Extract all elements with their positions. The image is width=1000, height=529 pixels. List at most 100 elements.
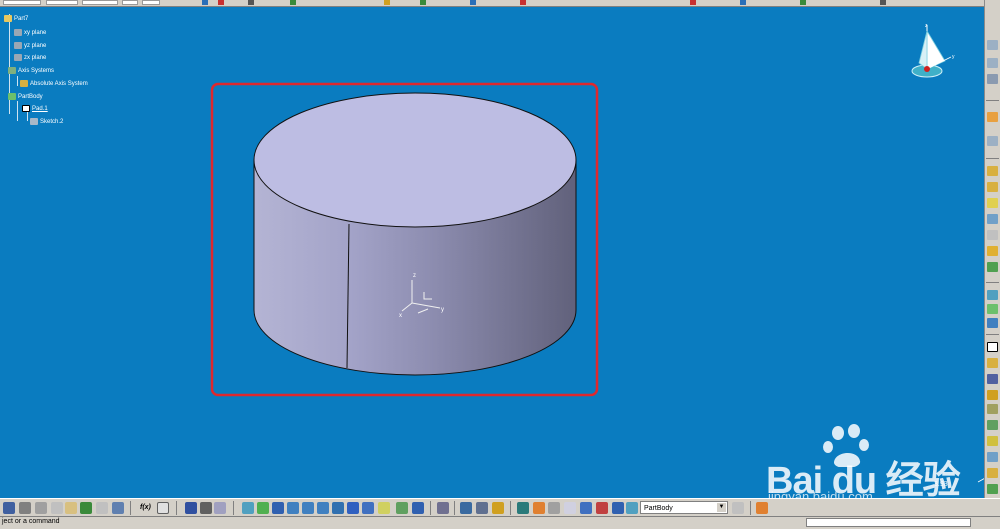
normal-view-icon[interactable]: [332, 502, 344, 514]
tree-item-axis-systems[interactable]: Axis Systems: [8, 67, 54, 75]
tool-icon[interactable]: [987, 436, 998, 446]
tool-icon[interactable]: [476, 502, 488, 514]
top-combo-2[interactable]: [46, 0, 78, 5]
tree-item-absolute-axis-system[interactable]: Absolute Axis System: [20, 80, 88, 88]
fly-mode-icon[interactable]: [242, 502, 254, 514]
tree-item-sketch[interactable]: Sketch.2: [30, 118, 63, 126]
tool-icon[interactable]: [612, 502, 624, 514]
tool-icon[interactable]: [460, 502, 472, 514]
top-tool-icon[interactable]: [384, 0, 390, 5]
top-tool-icon[interactable]: [740, 0, 746, 5]
top-tool-icon[interactable]: [290, 0, 296, 5]
tool-icon[interactable]: [596, 502, 608, 514]
save-icon[interactable]: [3, 502, 15, 514]
formula-icon[interactable]: f(x): [140, 502, 154, 514]
groove-tool-icon[interactable]: [987, 214, 998, 224]
hole-tool-icon[interactable]: [987, 230, 998, 240]
table-icon[interactable]: [185, 502, 197, 514]
top-tool-icon[interactable]: [520, 0, 526, 5]
tool-icon[interactable]: [987, 58, 998, 68]
top-combo-4[interactable]: [122, 0, 138, 5]
slot-tool-icon[interactable]: [987, 262, 998, 272]
zoom-in-icon[interactable]: [302, 502, 314, 514]
top-tool-icon[interactable]: [202, 0, 208, 5]
hide-show-icon[interactable]: [396, 502, 408, 514]
tree-item-yz-plane[interactable]: yz plane: [14, 42, 46, 50]
3d-viewport[interactable]: z x y z y 3.93 Bai du 经验 jingyan.baidu.c…: [0, 5, 985, 498]
tree-item-xy-plane[interactable]: xy plane: [14, 29, 46, 37]
tool-icon[interactable]: [756, 502, 768, 514]
sketch-tool-icon[interactable]: [987, 342, 998, 352]
print-icon[interactable]: [19, 502, 31, 514]
paste-icon[interactable]: [65, 502, 77, 514]
tree-item-partbody[interactable]: PartBody: [8, 93, 43, 101]
tool-icon[interactable]: [987, 468, 998, 478]
tool-icon[interactable]: [732, 502, 744, 514]
top-combo-5[interactable]: [142, 0, 160, 5]
tree-item-pad[interactable]: Pad.1: [22, 105, 48, 113]
top-combo-3[interactable]: [82, 0, 118, 5]
undo-icon[interactable]: [80, 502, 92, 514]
tool-icon[interactable]: [987, 452, 998, 462]
chamfer-tool-icon[interactable]: [987, 318, 998, 328]
tool-icon[interactable]: [987, 374, 998, 384]
tool-icon[interactable]: [987, 404, 998, 414]
whats-this-icon[interactable]: [112, 502, 124, 514]
pad-icon: [22, 105, 30, 112]
select-arrow-icon[interactable]: [987, 112, 998, 122]
tool-icon[interactable]: [987, 40, 998, 50]
tree-root-part[interactable]: Part7: [4, 15, 28, 23]
tool-icon[interactable]: [492, 502, 504, 514]
partbody-select[interactable]: PartBody ▼: [640, 501, 728, 514]
top-tool-icon[interactable]: [218, 0, 224, 5]
cylinder-top-face[interactable]: [253, 92, 577, 228]
compass-widget[interactable]: z y: [905, 21, 965, 83]
tool-icon[interactable]: [987, 136, 998, 146]
pad-tool-icon[interactable]: [987, 166, 998, 176]
tool-icon[interactable]: [564, 502, 576, 514]
command-input[interactable]: [806, 518, 971, 527]
catalog-icon[interactable]: [200, 502, 212, 514]
tool-icon[interactable]: [580, 502, 592, 514]
zoom-out-icon[interactable]: [317, 502, 329, 514]
shaft-tool-icon[interactable]: [987, 198, 998, 208]
tool-icon[interactable]: [987, 358, 998, 368]
multi-view-icon[interactable]: [347, 502, 359, 514]
tool-icon[interactable]: [987, 420, 998, 430]
shading-icon[interactable]: [378, 502, 390, 514]
tree-item-zx-plane[interactable]: zx plane: [14, 54, 46, 62]
cut-icon[interactable]: [35, 502, 47, 514]
pan-icon[interactable]: [272, 502, 284, 514]
plane-icon: [14, 54, 22, 61]
redo-icon[interactable]: [96, 502, 108, 514]
top-tool-icon[interactable]: [800, 0, 806, 5]
tool-icon[interactable]: [533, 502, 545, 514]
comment-icon[interactable]: [157, 502, 169, 514]
tree-item-label: PartBody: [18, 94, 43, 101]
top-tool-icon[interactable]: [880, 0, 886, 5]
top-combo-1[interactable]: [3, 0, 41, 5]
top-tool-icon[interactable]: [690, 0, 696, 5]
sketch-axis-y-label: y: [441, 307, 444, 313]
pocket-tool-icon[interactable]: [987, 182, 998, 192]
fit-all-icon[interactable]: [257, 502, 269, 514]
tool-icon[interactable]: [987, 390, 998, 400]
tool-icon[interactable]: [987, 484, 998, 494]
top-tool-icon[interactable]: [248, 0, 254, 5]
copy-icon[interactable]: [51, 502, 63, 514]
tool-icon[interactable]: [548, 502, 560, 514]
tool-icon[interactable]: [626, 502, 638, 514]
rib-tool-icon[interactable]: [987, 246, 998, 256]
swap-space-icon[interactable]: [412, 502, 424, 514]
tool-icon[interactable]: [987, 74, 998, 84]
rotate-icon[interactable]: [287, 502, 299, 514]
dress-up-tool-icon[interactable]: [987, 290, 998, 300]
fillet-tool-icon[interactable]: [987, 304, 998, 314]
tool-icon[interactable]: [517, 502, 529, 514]
top-tool-icon[interactable]: [420, 0, 426, 5]
tool-icon[interactable]: [437, 502, 449, 514]
chevron-down-icon[interactable]: ▼: [717, 503, 726, 512]
top-tool-icon[interactable]: [470, 0, 476, 5]
iso-view-icon[interactable]: [362, 502, 374, 514]
tool-icon[interactable]: [214, 502, 226, 514]
